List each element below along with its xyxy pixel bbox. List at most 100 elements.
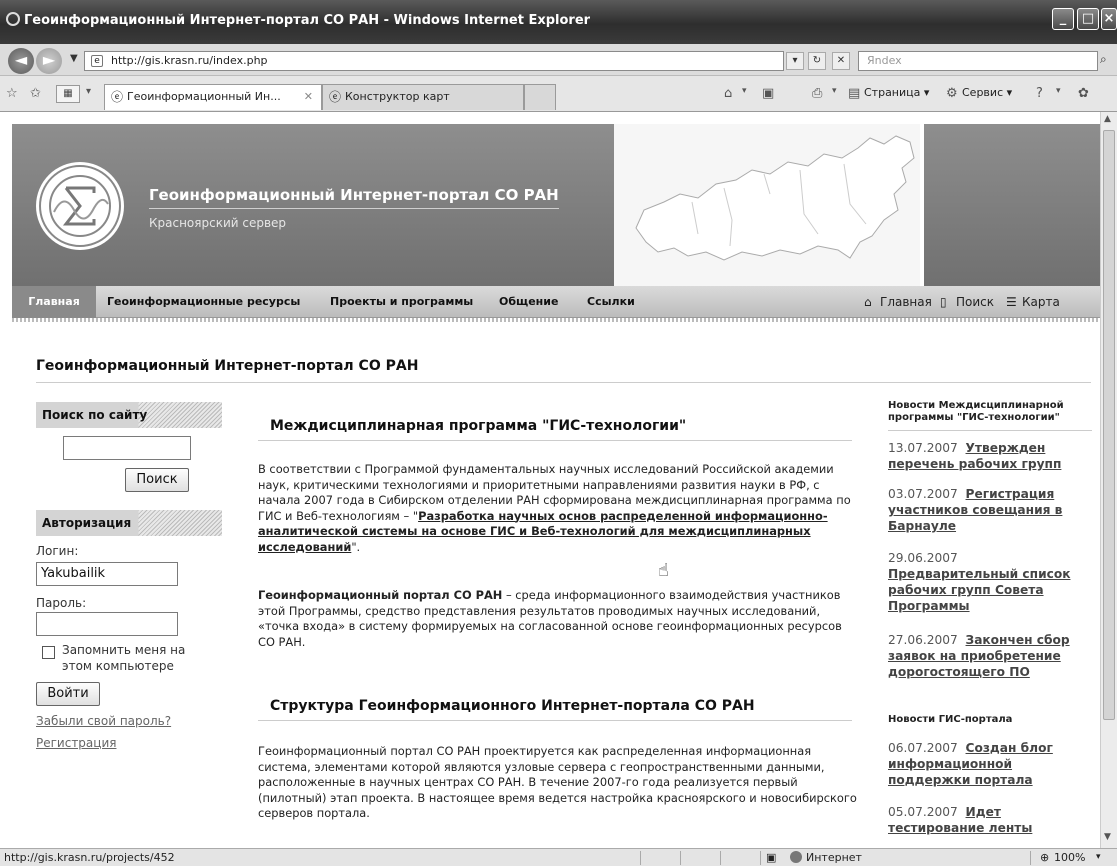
nav-item-projects[interactable]: Проекты и программы	[330, 286, 473, 318]
close-window-button[interactable]: ×	[1101, 8, 1117, 30]
password-field[interactable]	[36, 612, 178, 636]
tab-portal[interactable]: ⓔ Геоинформационный Ин... ✕	[104, 84, 322, 110]
print-dropdown-icon[interactable]: ▾	[832, 86, 837, 96]
login-button[interactable]: Войти	[36, 682, 100, 706]
news-item: 03.07.2007 Регистрация участников совеща…	[888, 486, 1094, 534]
close-tab-icon[interactable]: ✕	[304, 85, 313, 109]
nav-item-communication[interactable]: Общение	[499, 286, 558, 318]
window-titlebar: Геоинформационный Интернет-портал СО РАН…	[0, 0, 1117, 44]
home-icon[interactable]: ⌂	[724, 86, 732, 101]
zone-label: Интернет	[806, 851, 862, 864]
structure-paragraph: Геоинформационный портал СО РАН проектир…	[258, 744, 857, 820]
protected-mode-icon[interactable]: ▣	[766, 849, 776, 866]
stop-icon[interactable]: ✕	[832, 52, 850, 70]
util-home-icon: ⌂	[864, 295, 872, 309]
zoom-level[interactable]: 100%	[1054, 849, 1085, 866]
search-icon[interactable]: ⌕	[1100, 52, 1107, 67]
help-icon[interactable]: ?	[1036, 86, 1043, 101]
quick-tabs-button[interactable]: ▦	[56, 85, 80, 103]
news-item: 29.06.2007 Предварительный список рабочих…	[888, 550, 1094, 614]
add-favorite-icon[interactable]: ✩	[30, 86, 41, 101]
login-label: Логин:	[36, 544, 79, 558]
address-bar: ◄ ► ▼ e http://gis.krasn.ru/index.php ▾ …	[0, 44, 1117, 76]
globe-icon	[790, 851, 802, 863]
page-title: Геоинформационный Интернет-портал СО РАН	[36, 358, 419, 374]
main-nav: Главная Геоинформационные ресурсы Проект…	[12, 286, 1100, 318]
url-dropdown-button[interactable]: ▾	[786, 52, 804, 70]
security-zone: Интернет	[790, 849, 862, 866]
register-link[interactable]: Регистрация	[36, 736, 116, 750]
tools-menu-button[interactable]: Сервис ▾	[962, 86, 1012, 99]
portal-news-heading: Новости ГИС-портала	[888, 714, 1013, 725]
recent-pages-dropdown[interactable]: ▼	[70, 53, 78, 64]
program-news-heading: Новости Междисциплинарной программы "ГИС…	[888, 400, 1064, 423]
web-page: Геоинформационный Интернет-портал СО РАН…	[0, 112, 1100, 848]
banner-right-panel	[924, 124, 1100, 286]
url-text: http://gis.krasn.ru/index.php	[111, 54, 268, 67]
feeds-icon[interactable]: ▣	[762, 86, 774, 101]
remember-me-checkbox[interactable]	[42, 646, 55, 659]
status-divider	[640, 851, 641, 865]
news-date: 06.07.2007	[888, 741, 958, 755]
util-search-icon: ▯	[940, 295, 947, 309]
status-divider	[1030, 851, 1031, 865]
structure-heading: Структура Геоинформационного Интернет-по…	[270, 698, 755, 714]
news-rule	[888, 430, 1092, 431]
vertical-scrollbar[interactable]: ▲ ▼	[1100, 112, 1117, 848]
scrollbar-thumb[interactable]	[1103, 130, 1115, 720]
home-dropdown-icon[interactable]: ▾	[742, 86, 747, 96]
news-date: 29.06.2007	[888, 551, 958, 565]
tab-list-dropdown[interactable]: ▾	[86, 86, 91, 97]
news-item: 13.07.2007 Утвержден перечень рабочих гр…	[888, 440, 1094, 472]
search-input[interactable]: Яndex	[858, 51, 1098, 71]
russia-map-image	[614, 124, 920, 286]
news-date: 05.07.2007	[888, 805, 958, 819]
program-paragraph: В соответствии с Программой фундаменталь…	[258, 462, 862, 555]
scroll-down-icon[interactable]: ▼	[1104, 832, 1111, 842]
status-divider	[720, 851, 721, 865]
minimize-button[interactable]: _	[1052, 8, 1074, 30]
maximize-button[interactable]: □	[1077, 8, 1099, 30]
zoom-icon: ⊕	[1040, 851, 1050, 864]
favorites-star-icon[interactable]: ☆	[6, 86, 18, 101]
page-menu-icon: ▤	[848, 86, 861, 101]
login-field[interactable]: Yakubailik	[36, 562, 178, 586]
page-icon: e	[91, 55, 103, 67]
portal-paragraph: Геоинформационный портал СО РАН – среда …	[258, 588, 862, 650]
site-search-button[interactable]: Поиск	[125, 468, 189, 492]
forgot-password-link[interactable]: Забыли свой пароль?	[36, 714, 171, 728]
util-map-link[interactable]: Карта	[1022, 286, 1060, 318]
help-dropdown-icon[interactable]: ▾	[1056, 86, 1061, 96]
scroll-up-icon[interactable]: ▲	[1104, 114, 1111, 124]
nav-item-geo-resources[interactable]: Геоинформационные ресурсы	[107, 286, 300, 318]
nav-item-home[interactable]: Главная	[12, 286, 96, 318]
forward-button[interactable]: ►	[36, 48, 62, 74]
password-label: Пароль:	[36, 596, 87, 610]
search-placeholder: Яndex	[867, 54, 902, 67]
status-divider	[680, 851, 681, 865]
url-input[interactable]: e http://gis.krasn.ru/index.php	[84, 51, 784, 71]
new-tab-button[interactable]	[524, 84, 556, 110]
news-item: 06.07.2007 Создан блог информационной по…	[888, 740, 1094, 788]
tab-label: Геоинформационный Ин...	[127, 90, 281, 103]
zoom-dropdown-icon[interactable]: ▾	[1096, 849, 1101, 866]
refresh-icon[interactable]: ↻	[808, 52, 826, 70]
site-search-input[interactable]	[63, 436, 191, 460]
news-link[interactable]: Предварительный список рабочих групп Сов…	[888, 567, 1070, 613]
research-icon[interactable]: ✿	[1078, 86, 1089, 101]
util-search-link[interactable]: Поиск	[956, 286, 994, 318]
heading-rule	[258, 720, 852, 721]
news-date: 27.06.2007	[888, 633, 958, 647]
page-menu-button[interactable]: Страница ▾	[864, 86, 929, 99]
ie-logo-icon	[6, 12, 20, 26]
portal-name: Геоинформационный портал СО РАН	[258, 588, 503, 602]
paragraph-tail: ".	[351, 539, 361, 554]
util-home-link[interactable]: Главная	[880, 286, 932, 318]
status-bar: http://gis.krasn.ru/projects/452 ▣ Интер…	[0, 848, 1117, 866]
nav-item-links[interactable]: Ссылки	[587, 286, 635, 318]
print-icon[interactable]: ⎙	[812, 86, 822, 101]
tab-map-builder[interactable]: ⓔ Конструктор карт	[322, 84, 524, 110]
back-button[interactable]: ◄	[8, 48, 34, 74]
hand-cursor-icon: ☝	[658, 560, 669, 581]
sigma-logo-icon[interactable]	[36, 162, 124, 250]
